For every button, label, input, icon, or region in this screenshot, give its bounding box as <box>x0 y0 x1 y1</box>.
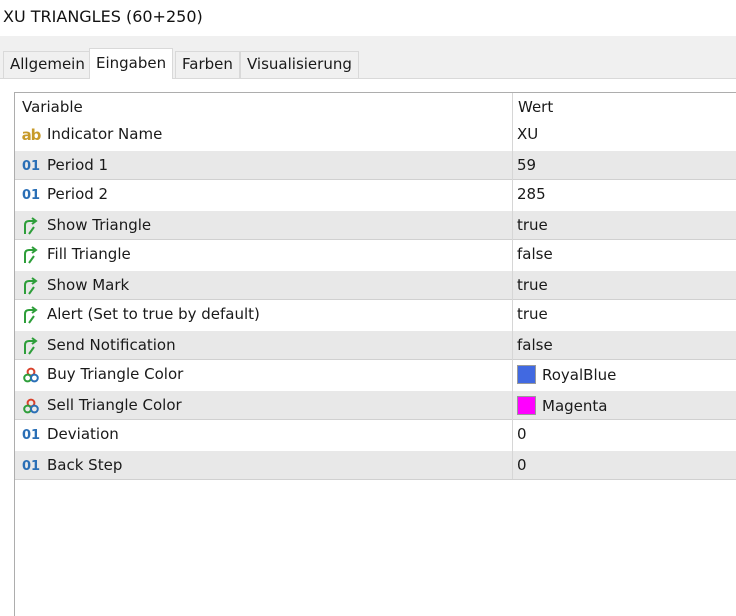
variable-name: Buy Triangle Color <box>47 365 184 383</box>
variable-name: Indicator Name <box>47 125 163 143</box>
grid-row[interactable]: Fill Triangle false <box>15 240 736 270</box>
integer-01-icon: 01 <box>21 427 41 443</box>
column-header-variable[interactable]: Variable <box>22 98 83 116</box>
column-separator <box>512 93 513 479</box>
variable-name: Send Notification <box>47 336 176 354</box>
value-text: 0 <box>517 425 527 443</box>
variable-value[interactable]: true <box>517 305 548 323</box>
value-text: 0 <box>517 456 527 474</box>
boolean-arrow-icon <box>21 336 41 356</box>
grid-row[interactable]: ab Indicator Name XU <box>15 120 736 150</box>
tab-bar: Allgemein Eingaben Farben Visualisierung <box>0 48 736 79</box>
grid-row[interactable]: Show Triangle true <box>15 210 736 240</box>
value-text: XU <box>517 125 539 143</box>
value-text: RoyalBlue <box>542 365 617 384</box>
value-text: false <box>517 336 553 354</box>
grid-row[interactable]: Sell Triangle Color Magenta <box>15 390 736 420</box>
tab-visualisierung[interactable]: Visualisierung <box>240 51 359 78</box>
grid-row[interactable]: Alert (Set to true by default) true <box>15 300 736 330</box>
variable-name: Period 2 <box>47 185 109 203</box>
boolean-arrow-icon <box>21 305 41 325</box>
variable-value[interactable]: 59 <box>517 156 536 174</box>
variable-value[interactable]: false <box>517 245 553 263</box>
grid-row[interactable]: Show Mark true <box>15 270 736 300</box>
color-swatch[interactable] <box>517 365 536 384</box>
column-header-value[interactable]: Wert <box>518 98 553 116</box>
value-text: Magenta <box>542 396 608 415</box>
variable-value[interactable]: true <box>517 216 548 234</box>
variable-value[interactable]: 0 <box>517 425 527 443</box>
integer-01-icon: 01 <box>21 458 41 474</box>
value-text: true <box>517 276 548 294</box>
grid-header: Variable Wert <box>15 93 736 120</box>
inputs-grid: Variable Wert ab Indicator Name XU 01 Period… <box>14 92 736 616</box>
title-bar: XU TRIANGLES (60+250) <box>0 0 736 36</box>
color-circles-icon <box>21 396 41 416</box>
grid-row[interactable]: 01 Back Step 0 <box>15 450 736 480</box>
variable-name: Deviation <box>47 425 119 443</box>
variable-value[interactable]: 285 <box>517 185 546 203</box>
variable-value[interactable]: false <box>517 336 553 354</box>
variable-name: Fill Triangle <box>47 245 131 263</box>
grid-row[interactable]: 01 Period 2 285 <box>15 180 736 210</box>
value-text: 59 <box>517 156 537 174</box>
window-title: XU TRIANGLES (60+250) <box>3 7 203 26</box>
integer-01-icon: 01 <box>21 158 41 174</box>
tab-eingaben[interactable]: Eingaben <box>89 48 174 79</box>
boolean-arrow-icon <box>21 245 41 265</box>
variable-value[interactable]: 0 <box>517 456 527 474</box>
boolean-arrow-icon <box>21 216 41 236</box>
grid-row[interactable]: 01 Period 1 59 <box>15 150 736 180</box>
value-text: false <box>517 245 553 263</box>
variable-value[interactable]: XU <box>517 125 538 143</box>
tab-allgemein[interactable]: Allgemein <box>3 51 92 78</box>
tab-farben[interactable]: Farben <box>175 51 240 78</box>
variable-name: Sell Triangle Color <box>47 396 182 414</box>
integer-01-icon: 01 <box>21 187 41 203</box>
variable-name: Alert (Set to true by default) <box>47 305 260 323</box>
value-text: true <box>517 216 548 234</box>
variable-name: Back Step <box>47 456 123 474</box>
variable-name: Period 1 <box>47 156 109 174</box>
variable-name: Show Triangle <box>47 216 152 234</box>
value-text: true <box>517 305 548 323</box>
variable-name: Show Mark <box>47 276 130 294</box>
variable-value[interactable]: true <box>517 276 548 294</box>
boolean-arrow-icon <box>21 276 41 296</box>
color-circles-icon <box>21 365 41 385</box>
string-ab-icon: ab <box>21 126 42 144</box>
grid-row[interactable]: Send Notification false <box>15 330 736 360</box>
grid-row[interactable]: Buy Triangle Color RoyalBlue <box>15 360 736 390</box>
color-swatch[interactable] <box>517 396 536 415</box>
inputs-panel: Variable Wert ab Indicator Name XU 01 Period… <box>0 79 736 616</box>
variable-value[interactable]: Magenta <box>517 396 607 415</box>
variable-value[interactable]: RoyalBlue <box>517 365 616 384</box>
grid-row[interactable]: 01 Deviation 0 <box>15 420 736 450</box>
value-text: 285 <box>517 185 546 203</box>
